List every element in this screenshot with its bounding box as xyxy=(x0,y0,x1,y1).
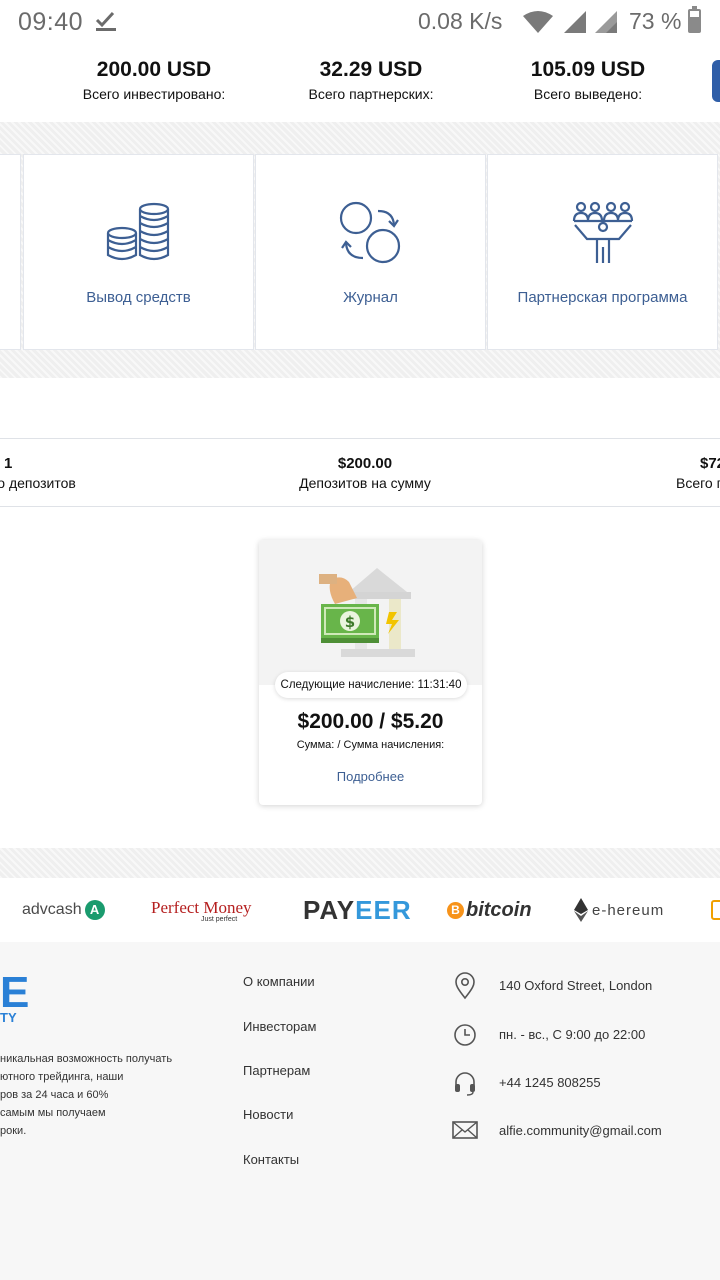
contact-phone[interactable]: +44 1245 808255 xyxy=(499,1075,601,1090)
ethereum-text: e-hereum xyxy=(592,901,665,919)
deposit-total: $200.00 Депозитов на сумму xyxy=(285,455,445,491)
deposit-partial-value: $72 xyxy=(700,455,720,472)
payeer-logo: PAY EER xyxy=(303,878,412,942)
brand-letter: E xyxy=(0,968,30,1017)
side-menu-tab[interactable] xyxy=(712,60,720,102)
wifi-icon xyxy=(523,11,553,33)
about-line: самым мы получаем xyxy=(0,1107,106,1119)
exchange-icon xyxy=(339,201,400,264)
about-line: ютного трейдинга, наши xyxy=(0,1071,124,1083)
divider xyxy=(0,438,720,439)
contact-email[interactable]: alfie.community@gmail.com xyxy=(499,1123,662,1138)
about-line: ров за 24 часа и 60% xyxy=(0,1089,109,1101)
stat-value: 105.09 USD xyxy=(530,58,646,81)
footer-link-contacts[interactable]: Контакты xyxy=(243,1152,299,1167)
bitcoin-icon: B xyxy=(447,901,464,919)
payeer-eer: EER xyxy=(355,894,412,925)
footer-link-investors[interactable]: Инвесторам xyxy=(243,1019,316,1034)
tile-withdraw[interactable]: Вывод средств xyxy=(23,154,254,350)
footer-link-partners[interactable]: Партнерам xyxy=(243,1063,310,1078)
stat-label: Всего инвестировано: xyxy=(82,86,226,102)
coins-icon xyxy=(106,202,169,261)
deposit-count-label: во депозитов xyxy=(0,475,76,491)
footer-link-news[interactable]: Новости xyxy=(243,1107,293,1122)
svg-text:$: $ xyxy=(345,613,355,631)
footer-link-about[interactable]: О компании xyxy=(243,974,315,989)
deposit-partial-label: Всего п xyxy=(676,475,720,491)
deposit-card: $ Следующие начисление: 11:31:40 $200.00… xyxy=(259,540,482,805)
deposit-amount-caption: Сумма: / Сумма начисления: xyxy=(296,739,445,751)
tile-label: Вывод средств xyxy=(86,289,191,306)
stat-partner: 32.29 USD Всего партнерских: xyxy=(271,58,471,102)
stat-invested: 200.00 USD Всего инвестировано: xyxy=(54,58,254,102)
tile-label: Партнерская программа xyxy=(517,289,688,306)
battery-icon xyxy=(688,6,701,33)
ethereum-icon xyxy=(574,898,588,922)
battery-percent: 73 % xyxy=(629,8,682,34)
advcash-logo: advcash A xyxy=(22,878,105,942)
bitcoin-logo: B bitcoin xyxy=(447,878,532,942)
clock-icon xyxy=(454,1024,476,1046)
pattern-band xyxy=(0,122,720,154)
tile-partner[interactable]: Партнерская программа xyxy=(487,154,718,350)
payeer-pay: PAY xyxy=(303,894,356,925)
menu-tiles: Вывод средств Журнал Партнерская програм… xyxy=(0,154,720,350)
ethereum-logo: e-hereum xyxy=(574,878,664,942)
payment-logos: advcash A Perfect Money Just perfect PAY… xyxy=(0,878,720,942)
network-speed: 0.08 K/s xyxy=(418,8,503,34)
pattern-band xyxy=(0,350,720,378)
tile-label: Журнал xyxy=(343,289,398,306)
signal-icon-2 xyxy=(595,11,617,33)
footer-logo[interactable]: E TY xyxy=(0,968,30,1026)
footer-about: никальная возможность получать ютного тр… xyxy=(0,1050,200,1140)
signal-icon xyxy=(564,11,586,33)
stat-value: 32.29 USD xyxy=(319,58,423,81)
bank-money-icon: $ xyxy=(319,568,415,657)
partial-logo xyxy=(711,878,720,942)
deposit-count-value: 1 xyxy=(4,455,13,472)
mail-icon xyxy=(452,1121,478,1139)
deposit-count: 1 во депозитов xyxy=(0,455,90,491)
pattern-band xyxy=(0,848,720,878)
deposit-total-value: $200.00 xyxy=(337,455,393,472)
stat-value: 200.00 USD xyxy=(96,58,212,81)
footer: E TY никальная возможность получать ютно… xyxy=(0,942,720,1280)
team-icon xyxy=(572,201,633,263)
deposit-total-label: Депозитов на сумму xyxy=(299,475,431,491)
contact-address: 140 Oxford Street, London xyxy=(499,978,653,993)
details-link[interactable]: Подробнее xyxy=(259,769,482,784)
tile-partial[interactable] xyxy=(0,154,21,350)
stat-label: Всего партнерских: xyxy=(308,86,434,102)
next-accrual-timer: Следующие начисление: 11:31:40 xyxy=(275,672,467,698)
status-time: 09:40 xyxy=(18,8,84,36)
tile-journal[interactable]: Журнал xyxy=(255,154,486,350)
perfect-money-logo: Perfect Money Just perfect xyxy=(151,878,252,942)
perfect-money-tag: Just perfect xyxy=(201,915,238,923)
download-done-icon xyxy=(95,11,116,31)
advcash-text: advcash xyxy=(22,901,82,918)
deposit-partial: $72 Всего п xyxy=(676,455,720,491)
divider xyxy=(0,506,720,507)
status-bar: 09:40 0.08 K/s 73 % xyxy=(0,0,720,46)
account-stats: 200.00 USD Всего инвестировано: 32.29 US… xyxy=(0,46,720,122)
contact-hours: пн. - вс., С 9:00 до 22:00 xyxy=(499,1027,646,1042)
stat-label: Всего выведено: xyxy=(533,86,643,102)
headset-icon xyxy=(455,1072,475,1096)
advcash-icon: A xyxy=(84,900,105,920)
perfect-money-text: Perfect Money xyxy=(151,897,252,917)
location-icon xyxy=(455,972,475,1000)
about-line: никальная возможность получать xyxy=(0,1053,173,1065)
bitcoin-text: bitcoin xyxy=(466,898,532,921)
deposit-amount: $200.00 / $5.20 xyxy=(297,710,444,733)
about-line: роки. xyxy=(0,1125,27,1137)
stat-withdrawn: 105.09 USD Всего выведено: xyxy=(488,58,688,102)
